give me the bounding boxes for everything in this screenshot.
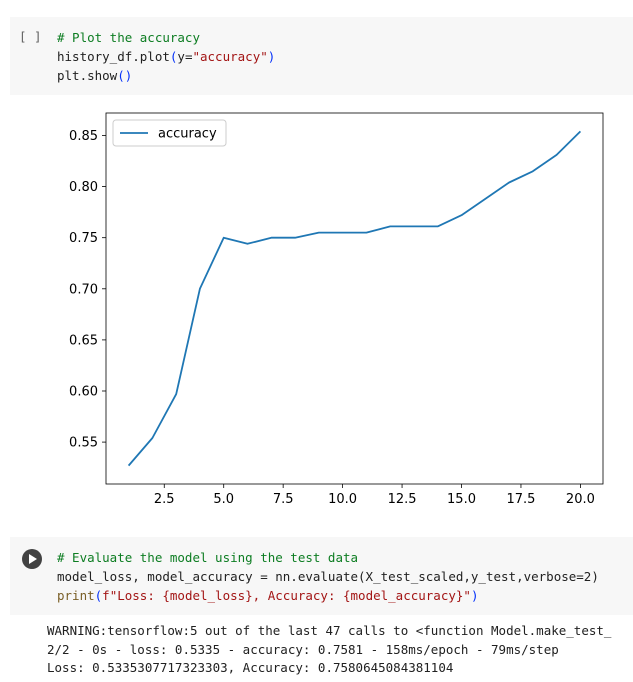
code-arg: y= [177,49,193,64]
run-cell-button[interactable] [22,549,42,569]
code-paren: ) [267,49,276,64]
x-tick-label: 15.0 [447,492,476,507]
code-call: history_df.plot [57,49,170,64]
code-cell-plot[interactable]: [ ] # Plot the accuracy history_df.plot(… [10,17,633,95]
series-line-accuracy [127,130,582,467]
y-tick-label: 0.60 [69,384,98,399]
plot-frame [105,112,604,485]
code-line: model_loss, model_accuracy = nn.evaluate… [57,569,599,584]
code-paren: ) [470,588,479,603]
y-tick-label: 0.80 [69,180,98,195]
code-call: plt.show [57,68,118,83]
code-editor[interactable]: # Plot the accuracy history_df.plot(y="a… [57,28,275,85]
code-paren: () [117,68,133,83]
x-tick-label: 20.0 [566,492,595,507]
y-tick-label: 0.55 [69,436,98,451]
y-tick-label: 0.65 [69,333,98,348]
cell-output-text: WARNING:tensorflow:5 out of the last 47 … [47,622,633,678]
play-icon [29,554,37,564]
code-string: "accuracy" [192,49,268,64]
x-tick-label: 10.0 [328,492,357,507]
x-tick-label: 7.5 [273,492,294,507]
code-editor[interactable]: # Evaluate the model using the test data… [57,548,599,605]
output-line: Loss: 0.5335307717323303, Accuracy: 0.75… [47,660,454,675]
x-tick-label: 12.5 [388,492,417,507]
line-chart: 2.5 5.0 7.5 10.0 12.5 15.0 17.5 20.0 0.55 0.60 0.6… [69,112,604,507]
code-cell-evaluate[interactable]: # Evaluate the model using the test data… [10,537,633,615]
code-comment: # Plot the accuracy [57,30,200,45]
output-line: WARNING:tensorflow:5 out of the last 47 … [47,623,612,638]
y-tick-label: 0.85 [69,129,98,144]
x-tick-label: 17.5 [506,492,535,507]
x-tick-label: 5.0 [213,492,234,507]
code-call: print [57,588,95,603]
x-tick-label: 2.5 [154,492,175,507]
code-comment: # Evaluate the model using the test data [57,550,359,565]
legend-label: accuracy [158,127,217,142]
y-tick-label: 0.75 [69,231,98,246]
code-string: f"Loss: {model_loss}, Accuracy: {model_a… [102,588,471,603]
y-tick-label: 0.70 [69,282,98,297]
output-line: 2/2 - 0s - loss: 0.5335 - accuracy: 0.75… [47,641,559,657]
chart-output: 2.5 5.0 7.5 10.0 12.5 15.0 17.5 20.0 0.55 0.60 0.6… [0,100,633,520]
run-bracket[interactable]: [ ] [19,29,42,44]
